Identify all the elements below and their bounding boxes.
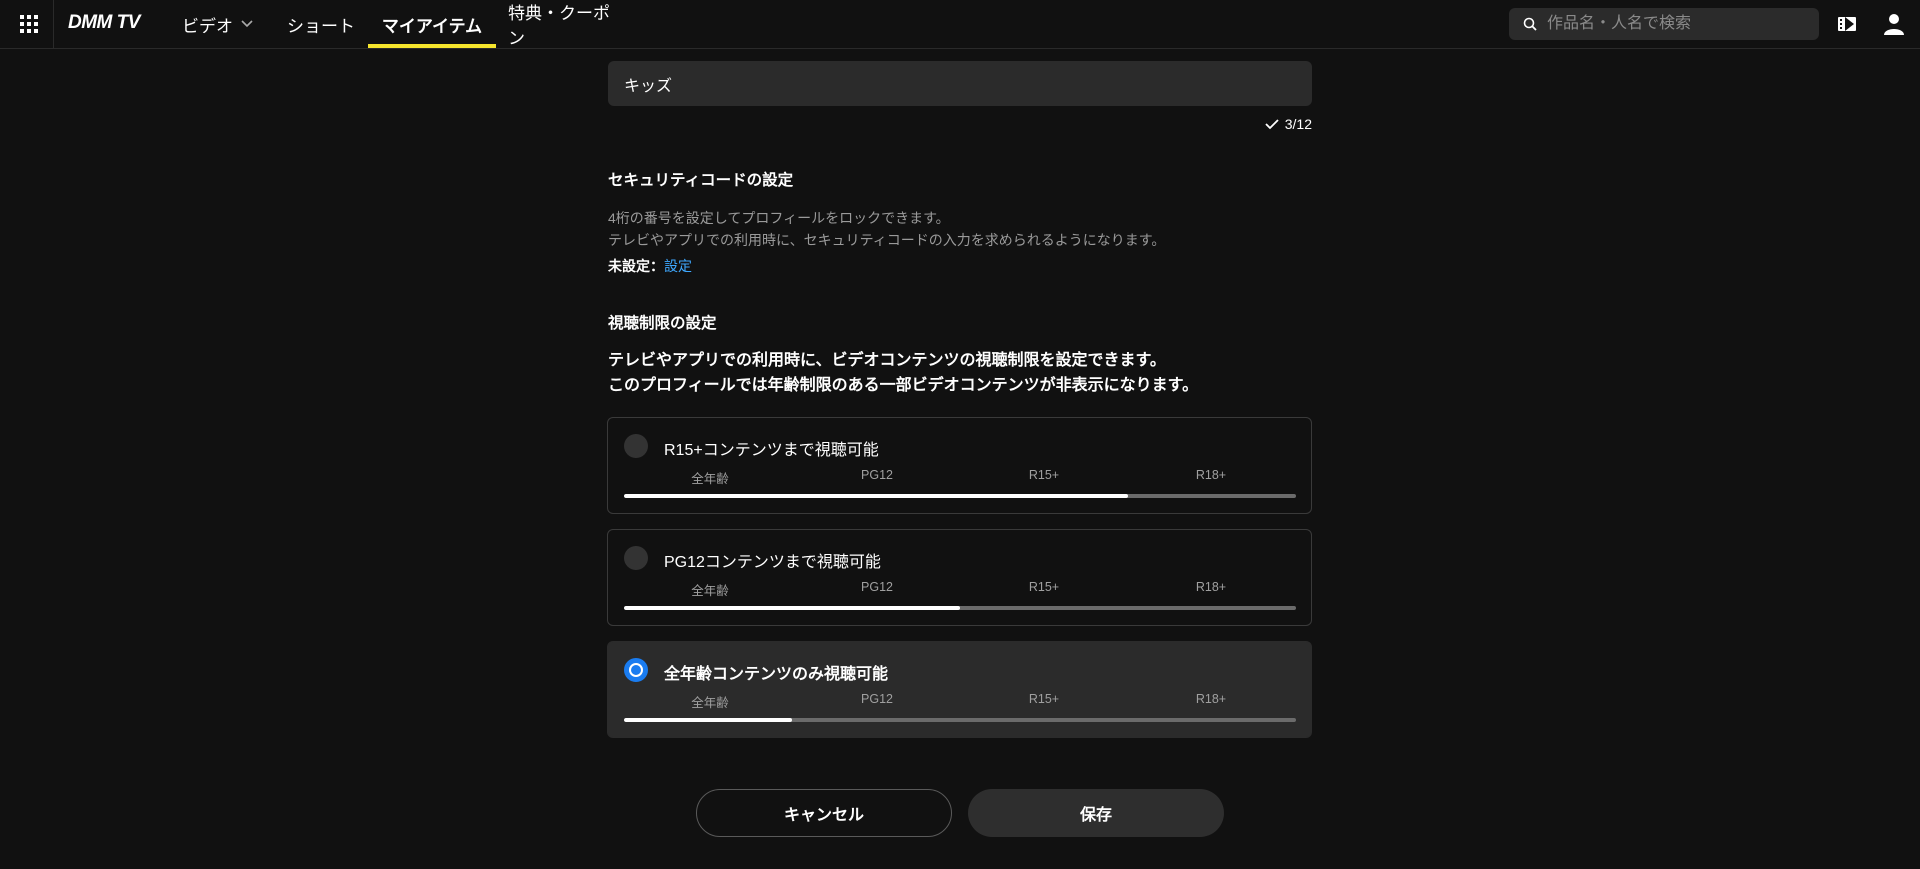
nav-item-coupon[interactable]: 特典・クーポン xyxy=(496,0,626,48)
security-set-link[interactable]: 設定 xyxy=(664,258,692,274)
nav-item-coupon-label: 特典・クーポン xyxy=(508,4,610,48)
level-bar xyxy=(624,718,1296,722)
tick-label: R18+ xyxy=(1195,580,1227,594)
nav-item-video-label: ビデオ xyxy=(182,16,233,36)
security-status-label: 未設定： xyxy=(608,258,664,274)
apps-grid-icon[interactable] xyxy=(14,10,44,38)
security-status: 未設定：設定 xyxy=(608,256,692,276)
search-input[interactable] xyxy=(1545,14,1799,34)
restriction-description: テレビやアプリでの利用時に、ビデオコンテンツの視聴制限を設定できます。 このプロ… xyxy=(608,348,1198,398)
level-bar xyxy=(624,606,1296,610)
char-count: 3/12 xyxy=(1250,114,1312,134)
nav-item-my-item[interactable]: マイアイテム xyxy=(368,0,496,48)
nav-item-video[interactable]: ビデオ xyxy=(170,0,274,48)
film-icon[interactable] xyxy=(1837,14,1857,34)
restriction-desc-line-2: このプロフィールでは年齢制限のある一部ビデオコンテンツが非表示になります。 xyxy=(608,377,1199,394)
tick-label: 全年齢 xyxy=(691,696,729,710)
tick-label: R15+ xyxy=(1028,692,1060,706)
option-label: PG12コンテンツまで視聴可能 xyxy=(664,554,881,571)
tick-label: R18+ xyxy=(1195,468,1227,482)
tick-label: PG12 xyxy=(861,692,893,706)
tick-label: 全年齢 xyxy=(691,472,729,486)
restriction-title: 視聴制限の設定 xyxy=(608,315,717,332)
option-label: R15+コンテンツまで視聴可能 xyxy=(664,442,879,459)
tick-label: PG12 xyxy=(861,468,893,482)
tick-label: PG12 xyxy=(861,580,893,594)
search-box[interactable] xyxy=(1509,8,1819,40)
save-button[interactable]: 保存 xyxy=(968,789,1224,837)
tick-label: R18+ xyxy=(1195,692,1227,706)
restriction-option-pg12[interactable]: PG12コンテンツまで視聴可能 全年齢 PG12 R15+ R18+ xyxy=(607,529,1312,626)
search-icon xyxy=(1523,17,1537,31)
char-count-text: 3/12 xyxy=(1284,116,1312,132)
security-desc-line-1: 4桁の番号を設定してプロフィールをロックできます。 xyxy=(608,210,950,226)
security-code-description: 4桁の番号を設定してプロフィールをロックできます。 テレビやアプリでの利用時に、… xyxy=(608,207,1165,251)
radio-button[interactable] xyxy=(624,658,648,682)
tick-label: R15+ xyxy=(1028,580,1060,594)
option-label: 全年齢コンテンツのみ視聴可能 xyxy=(664,666,889,683)
check-icon xyxy=(1265,118,1279,130)
profile-name-input[interactable] xyxy=(608,61,1312,106)
level-bar-fill xyxy=(624,494,1128,498)
header-divider xyxy=(53,0,54,48)
level-bar-fill xyxy=(624,718,792,722)
tick-label: R15+ xyxy=(1028,468,1060,482)
tick-label: 全年齢 xyxy=(691,584,729,598)
level-bar xyxy=(624,494,1296,498)
nav-item-my-item-label: マイアイテム xyxy=(381,16,483,36)
radio-button[interactable] xyxy=(624,546,648,570)
radio-button[interactable] xyxy=(624,434,648,458)
level-bar-fill xyxy=(624,606,960,610)
main-nav: ビデオ ショート マイアイテム 特典・クーポン xyxy=(170,0,626,48)
dmm-tv-logo[interactable]: DMM TV xyxy=(68,12,140,34)
restriction-option-r15[interactable]: R15+コンテンツまで視聴可能 全年齢 PG12 R15+ R18+ xyxy=(607,417,1312,514)
user-icon[interactable] xyxy=(1882,12,1906,36)
restriction-desc-line-1: テレビやアプリでの利用時に、ビデオコンテンツの視聴制限を設定できます。 xyxy=(608,352,1166,369)
cancel-button[interactable]: キャンセル xyxy=(696,789,952,837)
restriction-option-all-ages[interactable]: 全年齢コンテンツのみ視聴可能 全年齢 PG12 R15+ R18+ xyxy=(607,641,1312,738)
chevron-down-icon xyxy=(241,20,253,28)
nav-item-short-label: ショート xyxy=(287,16,355,36)
nav-item-short[interactable]: ショート xyxy=(274,0,368,48)
security-desc-line-2: テレビやアプリでの利用時に、セキュリティコードの入力を求められるようになります。 xyxy=(608,232,1166,248)
security-code-title: セキュリティコードの設定 xyxy=(608,172,794,189)
top-header: DMM TV ビデオ ショート マイアイテム 特典・クーポン xyxy=(0,0,1920,49)
